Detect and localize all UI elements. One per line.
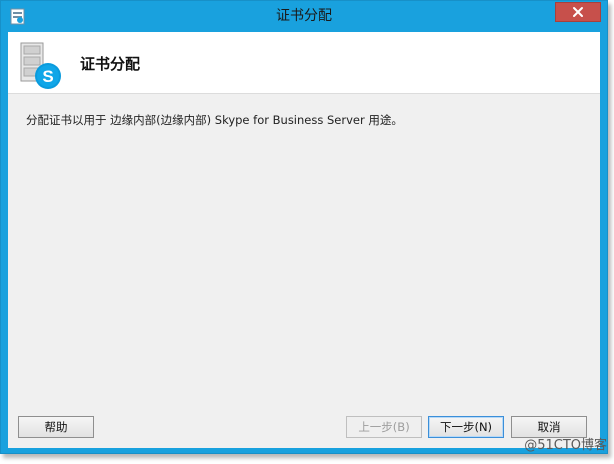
window-title: 证书分配 (276, 8, 332, 24)
back-button[interactable]: 上一步(B) (346, 416, 422, 438)
close-icon (572, 3, 584, 22)
watermark: @51CTO博客 (524, 438, 607, 453)
close-button[interactable] (555, 2, 601, 22)
help-button[interactable]: 帮助 (18, 416, 94, 438)
dialog-body: S 证书分配 分配证书以用于 边缘内部(边缘内部) Skype for Busi… (8, 32, 600, 448)
next-button[interactable]: 下一步(N) (428, 416, 504, 438)
dialog-window: 证书分配 S 证书分配 分配证书以用于 边缘内部(边缘内部) Skype for… (0, 0, 608, 454)
title-bar[interactable]: 证书分配 (1, 1, 607, 32)
server-skype-icon: S (17, 41, 67, 91)
wizard-header: S 证书分配 (8, 32, 600, 94)
svg-text:S: S (42, 67, 53, 86)
description-text: 分配证书以用于 边缘内部(边缘内部) Skype for Business Se… (26, 113, 403, 127)
page-title: 证书分配 (80, 55, 141, 73)
